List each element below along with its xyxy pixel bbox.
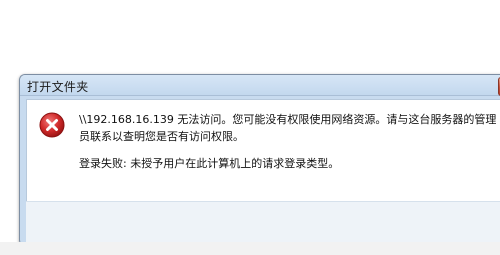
dialog-content: \\192.168.16.139 无法访问。您可能没有权限使用网络资源。请与这台… xyxy=(26,99,500,202)
error-dialog: 打开文件夹 ✕ \\192.168.16.139 无法访问。您可能没有权限使用网… xyxy=(19,74,500,246)
dialog-title: 打开文件夹 xyxy=(27,80,89,94)
dialog-title-bar[interactable]: 打开文件夹 ✕ xyxy=(20,75,500,96)
screenshot-canvas: 打开文件夹 ✕ \\192.168.16.139 无法访问。您可能没有权限使用网… xyxy=(0,0,500,255)
dialog-footer xyxy=(26,201,500,242)
error-message: \\192.168.16.139 无法访问。您可能没有权限使用网络资源。请与这台… xyxy=(79,113,497,143)
error-icon xyxy=(39,112,65,138)
error-detail: 登录失败: 未授予用户在此计算机上的请求登录类型。 xyxy=(79,157,340,170)
background-strip xyxy=(0,242,500,255)
